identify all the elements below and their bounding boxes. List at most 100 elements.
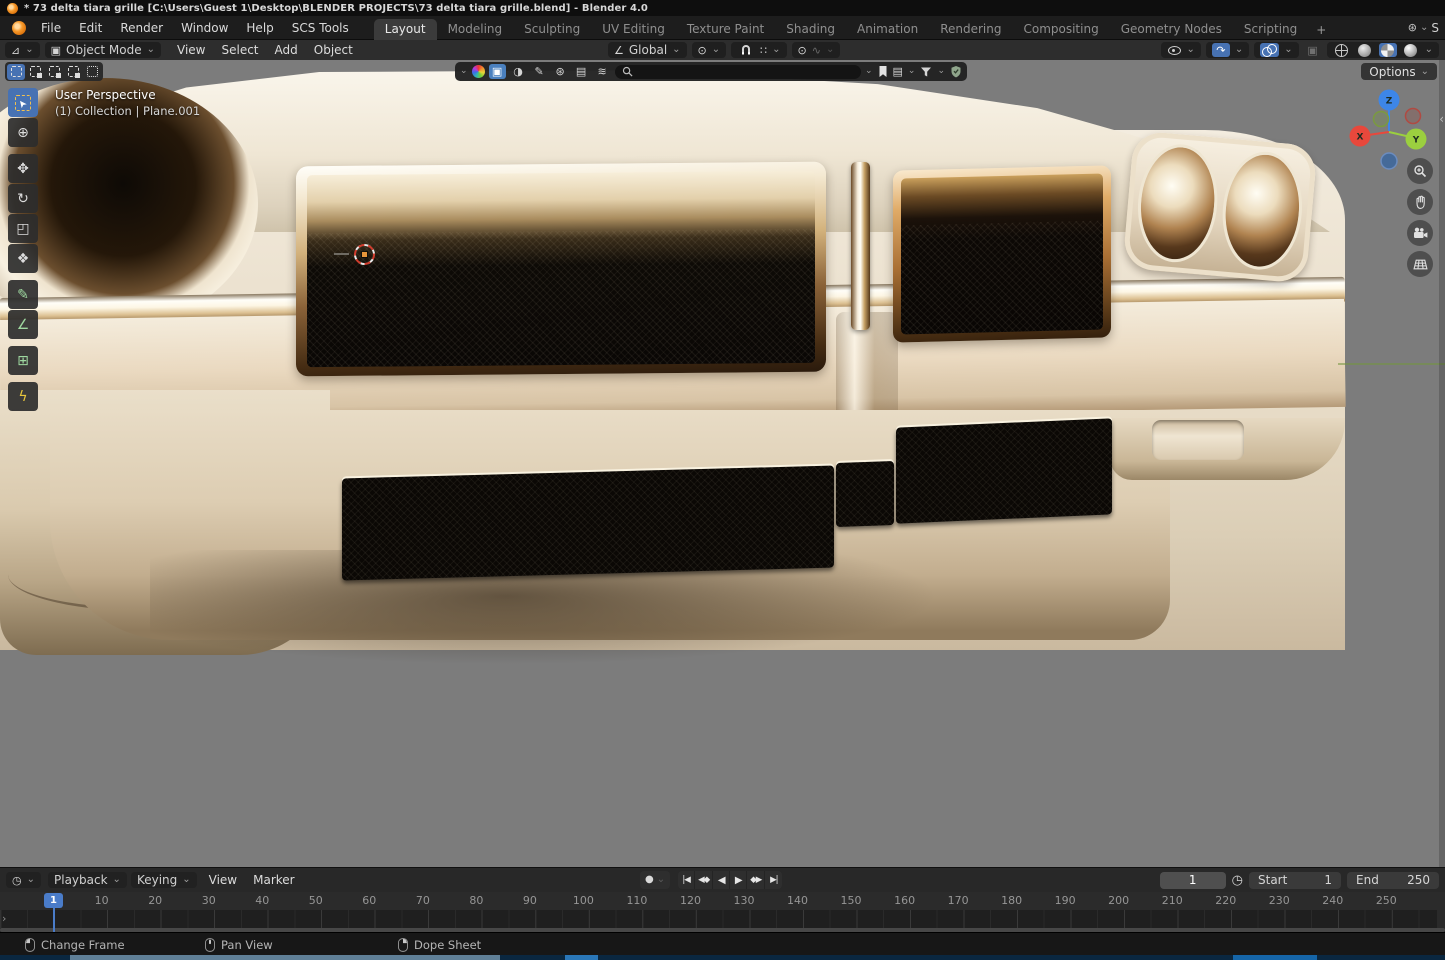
- jump-to-start-button[interactable]: |◀: [678, 871, 695, 889]
- tab-shading[interactable]: Shading: [775, 19, 846, 40]
- frame-start-field[interactable]: Start 1: [1249, 872, 1341, 889]
- shelf-misc-button[interactable]: ≋: [594, 64, 611, 79]
- zoom-button[interactable]: [1407, 158, 1433, 184]
- gizmo-axis-neg-x[interactable]: [1406, 109, 1421, 124]
- keying-dropdown[interactable]: Keying ⌄: [131, 872, 197, 888]
- gizmo-axis-neg-y[interactable]: [1374, 112, 1389, 127]
- menu-render[interactable]: Render: [111, 19, 172, 37]
- tab-texture-paint[interactable]: Texture Paint: [676, 19, 775, 40]
- toggle-ortho-button[interactable]: [1407, 251, 1433, 277]
- tab-layout[interactable]: Layout: [374, 19, 437, 40]
- select-mode-invert-button[interactable]: [64, 64, 82, 80]
- tool-cursor[interactable]: ⊕: [8, 118, 38, 147]
- tool-select-box[interactable]: ➤: [8, 88, 38, 117]
- select-mode-new-button[interactable]: [7, 64, 25, 80]
- show-overlays-toggle[interactable]: [1260, 43, 1279, 57]
- current-frame-field[interactable]: 1: [1160, 872, 1226, 889]
- options-button[interactable]: Options ⌄: [1361, 63, 1437, 80]
- menu-window[interactable]: Window: [172, 19, 237, 37]
- menu-object[interactable]: Object: [306, 42, 361, 58]
- tool-add-cube[interactable]: ⊞: [8, 346, 38, 375]
- tool-transform[interactable]: ❖: [8, 244, 38, 273]
- viewport-3d[interactable]: ⌄ ▣ ◑ ✎ ⊛ ▤ ≋ ⌄ ▤ ⌄: [0, 60, 1445, 867]
- pan-button[interactable]: [1407, 189, 1433, 215]
- select-mode-subtract-button[interactable]: [45, 64, 63, 80]
- shading-wireframe-button[interactable]: [1333, 43, 1351, 57]
- select-mode-extend-button[interactable]: [26, 64, 44, 80]
- tab-modeling[interactable]: Modeling: [437, 19, 514, 40]
- tool-scale[interactable]: ◰: [8, 214, 38, 243]
- record-icon[interactable]: ●: [645, 875, 654, 885]
- tab-rendering[interactable]: Rendering: [929, 19, 1012, 40]
- blender-app-menu-button[interactable]: [6, 19, 32, 37]
- pivot-point-dropdown[interactable]: ⊙ ⌄: [692, 42, 727, 58]
- tool-rotate[interactable]: ↻: [8, 184, 38, 213]
- tool-scs-addon[interactable]: ϟ: [8, 382, 38, 411]
- shelf-search-input[interactable]: [615, 65, 861, 79]
- menu-scs-tools[interactable]: SCS Tools: [283, 19, 358, 37]
- preview-range-stopwatch-icon[interactable]: ◷: [1232, 874, 1243, 887]
- playback-dropdown[interactable]: Playback ⌄: [48, 872, 127, 888]
- snap-toggle[interactable]: [737, 43, 755, 57]
- shading-rendered-button[interactable]: [1402, 43, 1420, 57]
- playhead-line[interactable]: [53, 907, 55, 932]
- shelf-texture-button[interactable]: ⊛: [552, 64, 569, 79]
- sidebar-collapse-arrow[interactable]: ‹: [1439, 112, 1444, 126]
- menu-help[interactable]: Help: [237, 19, 282, 37]
- tab-geometry-nodes[interactable]: Geometry Nodes: [1110, 19, 1233, 40]
- timeline-menu-view[interactable]: View: [201, 872, 245, 888]
- play-button[interactable]: ▶: [730, 871, 747, 889]
- shield-icon[interactable]: [950, 65, 962, 78]
- show-gizmo-toggle[interactable]: ↷: [1212, 43, 1230, 57]
- tool-move[interactable]: ✥: [8, 154, 38, 183]
- chevron-down-icon[interactable]: ⌄: [865, 67, 873, 76]
- shading-material-preview-button[interactable]: [1379, 43, 1397, 57]
- camera-view-button[interactable]: [1407, 220, 1433, 246]
- object-visibility-dropdown[interactable]: ⌄: [1161, 42, 1200, 58]
- shelf-paint-button[interactable]: ✎: [531, 64, 548, 79]
- shelf-stamp-button[interactable]: ▤: [573, 64, 590, 79]
- mode-dropdown[interactable]: ▣ Object Mode ⌄: [45, 42, 161, 58]
- tab-uv-editing[interactable]: UV Editing: [591, 19, 676, 40]
- editor-type-button[interactable]: ⊿ ⌄: [5, 42, 40, 58]
- shelf-sphere-button[interactable]: ◑: [510, 64, 527, 79]
- menu-view[interactable]: View: [169, 42, 213, 58]
- color-wheel-icon[interactable]: [472, 65, 485, 78]
- menu-file[interactable]: File: [32, 19, 70, 37]
- timeline-menu-marker[interactable]: Marker: [245, 872, 302, 888]
- scene-selector[interactable]: ⊛ ⌄ S: [1408, 21, 1439, 35]
- shelf-collapse-chevron[interactable]: ⌄: [460, 67, 468, 76]
- previous-keyframe-button[interactable]: ◀◆: [695, 871, 713, 889]
- menu-select[interactable]: Select: [213, 42, 266, 58]
- menu-add[interactable]: Add: [267, 42, 306, 58]
- gizmo-axis-neg-z[interactable]: [1381, 153, 1397, 169]
- filter-funnel-icon[interactable]: [920, 66, 932, 78]
- display-mode-icon[interactable]: ▤: [893, 66, 903, 77]
- play-reverse-button[interactable]: ◀: [713, 871, 730, 889]
- jump-to-end-button[interactable]: ▶|: [765, 871, 782, 889]
- tab-scripting[interactable]: Scripting: [1233, 19, 1308, 40]
- proportional-falloff-icon[interactable]: ∿: [812, 45, 821, 56]
- 3d-cursor[interactable]: [354, 244, 375, 265]
- tab-sculpting[interactable]: Sculpting: [513, 19, 591, 40]
- shelf-active-filter-button[interactable]: ▣: [489, 64, 506, 79]
- shading-solid-button[interactable]: [1356, 43, 1374, 57]
- timeline-collapse-arrow[interactable]: ›: [2, 912, 6, 925]
- timeline-tracks[interactable]: [0, 910, 1445, 928]
- playhead-badge[interactable]: 1: [44, 893, 63, 908]
- timeline-body[interactable]: 1020304050607080901001101201301401501601…: [0, 892, 1445, 932]
- tab-animation[interactable]: Animation: [846, 19, 929, 40]
- xray-toggle[interactable]: ▣: [1304, 43, 1322, 57]
- transform-orientation-dropdown[interactable]: ∠ Global ⌄: [608, 42, 687, 58]
- add-workspace-button[interactable]: +: [1308, 20, 1334, 40]
- snap-with-icon[interactable]: ∷: [760, 45, 767, 56]
- menu-edit[interactable]: Edit: [70, 19, 111, 37]
- proportional-edit-toggle[interactable]: ⊙: [798, 45, 807, 56]
- bookmark-icon[interactable]: [878, 65, 888, 78]
- next-keyframe-button[interactable]: ◆▶: [747, 871, 765, 889]
- select-mode-intersect-button[interactable]: [83, 64, 101, 80]
- frame-end-field[interactable]: End 250: [1347, 872, 1439, 889]
- timeline-ruler[interactable]: 1020304050607080901001101201301401501601…: [0, 892, 1445, 910]
- timeline-editor-type-button[interactable]: ◷ ⌄: [6, 872, 41, 888]
- tool-annotate[interactable]: ✎: [8, 280, 38, 309]
